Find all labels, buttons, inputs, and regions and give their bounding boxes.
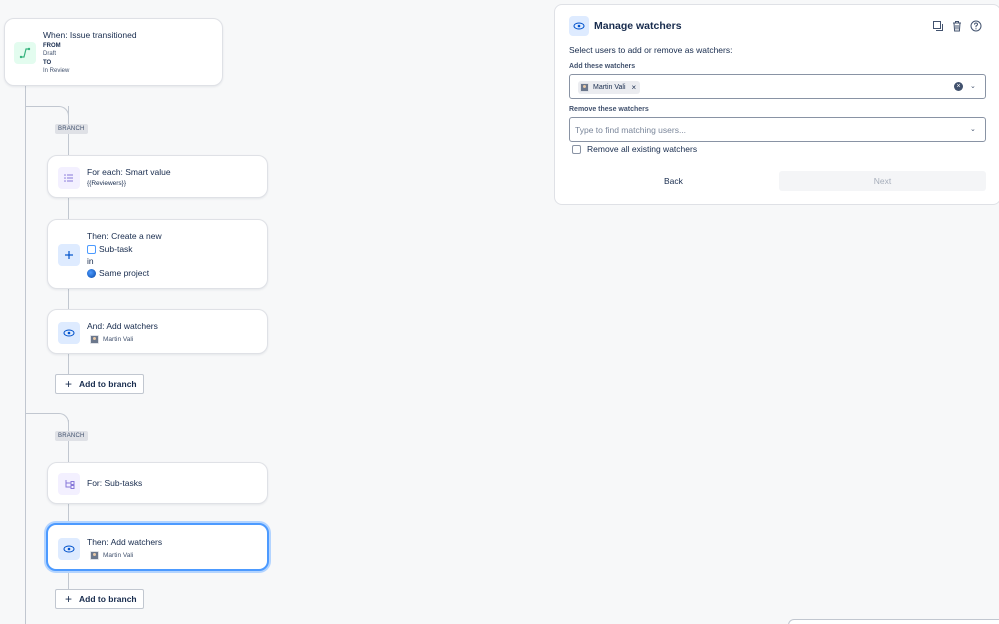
in-label: in bbox=[87, 256, 94, 266]
trash-icon[interactable] bbox=[951, 19, 963, 32]
project-icon bbox=[87, 269, 96, 279]
avatar bbox=[90, 335, 99, 344]
plus-icon bbox=[58, 244, 80, 266]
plus-icon: + bbox=[65, 377, 73, 391]
remove-chip-icon[interactable]: × bbox=[632, 83, 637, 92]
add-to-branch-label: Add to branch bbox=[79, 379, 137, 389]
connector-line bbox=[25, 413, 59, 414]
chevron-down-icon[interactable]: ⌄ bbox=[970, 82, 976, 90]
manage-watchers-panel: Manage watchers Select users to add or r… bbox=[554, 4, 999, 205]
trigger-card[interactable]: When: Issue transitioned FROM Draft TO I… bbox=[4, 18, 223, 86]
connector-line bbox=[25, 106, 59, 107]
foreach-card[interactable]: For each: Smart value {{Reviewers}} bbox=[47, 155, 268, 198]
create-title: Then: Create a new bbox=[87, 231, 162, 241]
add-to-branch-button[interactable]: + Add to branch bbox=[55, 374, 144, 394]
add-to-branch-label: Add to branch bbox=[79, 594, 137, 604]
issue-type: Sub-task bbox=[87, 244, 133, 255]
back-button[interactable]: Back bbox=[664, 176, 683, 186]
watchers-title: And: Add watchers bbox=[87, 321, 158, 331]
to-label: TO bbox=[43, 60, 52, 66]
to-value: In Review bbox=[43, 68, 70, 74]
add-watchers-field[interactable]: Martin Vali × × ⌄ bbox=[569, 74, 986, 99]
eye-icon bbox=[569, 16, 589, 36]
plus-icon: + bbox=[65, 592, 73, 606]
transition-icon bbox=[14, 42, 36, 64]
remove-watchers-placeholder: Type to find matching users... bbox=[575, 125, 687, 135]
branch-tag: BRANCH bbox=[55, 431, 88, 441]
create-card[interactable]: Then: Create a new Sub-task in Same proj… bbox=[47, 219, 268, 289]
project: Same project bbox=[87, 268, 150, 279]
watcher-chip-label: Martin Vali bbox=[593, 84, 626, 91]
for-subtasks-title: For: Sub-tasks bbox=[87, 478, 143, 488]
remove-watchers-label: Remove these watchers bbox=[569, 106, 649, 113]
connector-line bbox=[25, 86, 26, 624]
eye-icon bbox=[58, 322, 80, 344]
remove-watchers-field[interactable]: Type to find matching users... ⌄ bbox=[569, 117, 986, 142]
watcher-user: Martin Vali bbox=[90, 551, 133, 560]
watchers-card[interactable]: And: Add watchers Martin Vali bbox=[47, 309, 268, 354]
avatar bbox=[90, 551, 99, 560]
foreach-title: For each: Smart value bbox=[87, 167, 171, 177]
panel-title: Manage watchers bbox=[594, 20, 682, 32]
watcher-user: Martin Vali bbox=[90, 335, 133, 344]
list-icon bbox=[58, 167, 80, 189]
watcher-user-name: Martin Vali bbox=[103, 552, 134, 560]
subtasks-icon bbox=[58, 473, 80, 495]
for-subtasks-card[interactable]: For: Sub-tasks bbox=[47, 462, 268, 504]
issue-type-label: Sub-task bbox=[99, 244, 133, 254]
eye-icon bbox=[58, 538, 80, 560]
then-watchers-title: Then: Add watchers bbox=[87, 537, 163, 547]
duplicate-icon[interactable] bbox=[932, 19, 944, 31]
panel-instructions: Select users to add or remove as watcher… bbox=[569, 45, 733, 55]
remove-all-checkbox[interactable] bbox=[572, 145, 581, 154]
from-label: FROM bbox=[43, 43, 61, 49]
branch-tag: BRANCH bbox=[55, 124, 88, 134]
watcher-user-name: Martin Vali bbox=[103, 336, 134, 344]
trigger-title: When: Issue transitioned bbox=[43, 30, 137, 40]
project-label: Same project bbox=[99, 268, 150, 278]
canvas-control bbox=[788, 619, 999, 624]
foreach-value: {{Reviewers}} bbox=[87, 180, 127, 187]
then-watchers-card[interactable]: Then: Add watchers Martin Vali bbox=[46, 523, 269, 571]
watcher-chip[interactable]: Martin Vali × bbox=[578, 81, 641, 94]
subtask-icon bbox=[87, 245, 96, 255]
avatar bbox=[580, 83, 589, 92]
from-value: Draft bbox=[43, 51, 57, 57]
add-to-branch-button[interactable]: + Add to branch bbox=[55, 589, 144, 609]
clear-icon[interactable]: × bbox=[954, 82, 963, 91]
chevron-down-icon[interactable]: ⌄ bbox=[970, 125, 976, 133]
connector-line bbox=[68, 420, 69, 598]
add-watchers-label: Add these watchers bbox=[569, 63, 636, 70]
remove-all-label: Remove all existing watchers bbox=[587, 144, 698, 154]
help-icon[interactable] bbox=[970, 19, 982, 32]
next-button[interactable]: Next bbox=[779, 171, 986, 191]
